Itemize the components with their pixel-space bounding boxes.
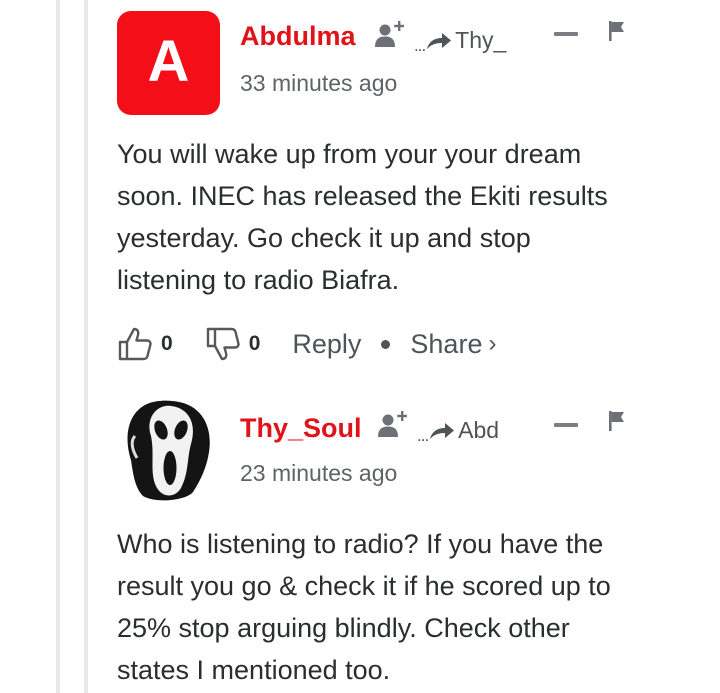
thread-line-inner [84,0,88,693]
comment-line: states I mentioned too. [117,655,391,685]
collapse-icon[interactable] [554,423,578,427]
scream-mask-avatar [117,400,220,506]
comment-body: You will wake up from your your dream so… [117,133,687,301]
thumbs-up-icon[interactable] [117,326,153,362]
reply-to-link[interactable]: ... Thy_ [414,27,507,55]
flag-icon[interactable] [608,20,626,42]
comment-author[interactable]: Thy_Soul [240,413,362,444]
separator-dot [381,339,391,349]
reply-to-ellipsis: ... [414,35,426,55]
comment-actions: 0 0 Reply Share › [117,320,496,368]
comment-line: soon. INEC has released the Ekiti result… [117,181,608,211]
comment-timestamp[interactable]: 23 minutes ago [240,460,397,487]
comment-line: Who is listening to radio? If you have t… [117,529,604,559]
comment-body: Who is listening to radio? If you have t… [117,523,687,691]
share-button[interactable]: Share [410,329,482,360]
comment-line: You will wake up from your your dream [117,139,582,169]
comment-author[interactable]: Abdulma [240,21,356,52]
reply-button[interactable]: Reply [292,329,361,360]
follow-user-icon[interactable] [377,410,407,438]
comment-line: 25% stop arguing blindly. Check other [117,613,570,643]
collapse-icon[interactable] [554,32,578,36]
reply-arrow-icon [430,422,455,439]
avatar-letter: A [147,28,190,94]
share-chevron-icon: › [488,330,497,357]
reply-to-name: Abd [458,417,500,443]
thread-line-outer [56,0,60,693]
flag-icon[interactable] [608,410,626,432]
comment-line: listening to radio Biafra. [117,265,400,295]
comment-line: yesterday. Go check it up and stop [117,223,531,253]
avatar[interactable]: A [117,11,220,115]
comment-line: result you go & check it if he scored up… [117,571,611,601]
reply-to-name: Thy_ [455,27,507,53]
reply-to-ellipsis: ... [417,425,429,445]
thumbs-down-icon[interactable] [205,326,241,362]
downvote-count: 0 [248,332,261,355]
avatar[interactable] [117,400,220,506]
reply-to-link[interactable]: ... Abd [417,417,500,445]
reply-arrow-icon [427,32,452,49]
upvote-count: 0 [161,332,173,355]
follow-user-icon[interactable] [374,20,404,48]
comment-timestamp[interactable]: 33 minutes ago [240,70,397,97]
